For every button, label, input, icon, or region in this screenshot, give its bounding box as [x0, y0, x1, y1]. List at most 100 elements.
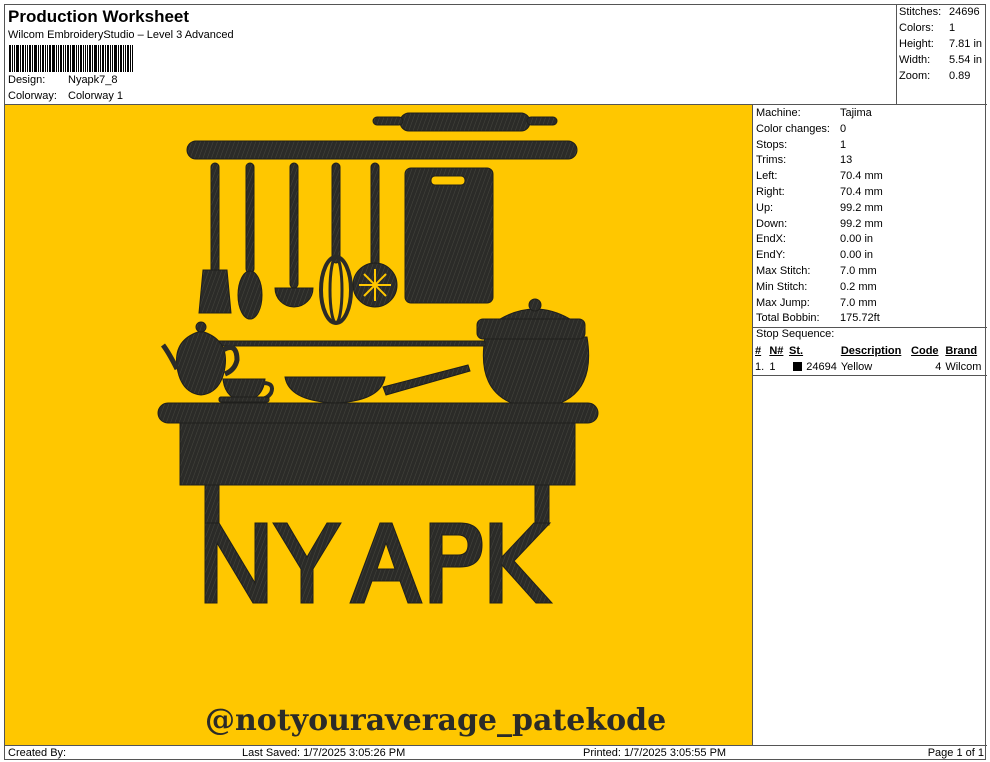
worksheet-header: Production Worksheet Wilcom EmbroiderySt…: [5, 5, 896, 104]
design-preview: @notyouraverage_patekode: [5, 104, 753, 745]
info-label: Left:: [756, 170, 778, 183]
embroidery-design: @notyouraverage_patekode: [157, 112, 666, 738]
col-num: #: [755, 345, 762, 357]
info-value: 13: [840, 154, 853, 167]
info-row: Min Stitch: 0.2 mm: [756, 281, 877, 293]
row-stitches: 24694: [787, 359, 839, 376]
info-label: Color changes:: [756, 122, 830, 135]
info-label: Down:: [756, 217, 788, 230]
info-value: 70.4 mm: [840, 170, 883, 183]
cutting-board-icon: [404, 167, 494, 304]
info-row: Left: 70.4 mm: [756, 170, 883, 182]
info-value: 0: [840, 122, 847, 135]
info-label: Up:: [756, 201, 774, 214]
col-n: N#: [769, 345, 784, 357]
rolling-pin-icon: [372, 112, 558, 132]
stat-stitches: Stitches: 24696: [899, 6, 980, 18]
info-row: Max Stitch: 7.0 mm: [756, 265, 877, 277]
info-label: Trims:: [756, 154, 787, 167]
info-row: Right: 70.4 mm: [756, 186, 883, 198]
info-value: 0.2 mm: [840, 280, 877, 293]
stat-label: Width:: [899, 54, 931, 66]
row-description: Yellow: [838, 359, 910, 376]
barcode: [9, 45, 139, 72]
printed: Printed: 1/7/2025 3:05:55 PM: [583, 747, 727, 759]
colorway-value: Colorway 1: [68, 90, 124, 102]
color-swatch-icon: [793, 362, 803, 372]
info-label: Right:: [756, 186, 785, 198]
info-value: 70.4 mm: [840, 186, 883, 198]
row-num: 1.: [753, 359, 768, 376]
info-row: EndX: 0.00 in: [756, 233, 873, 245]
info-row: Machine: Tajima: [756, 107, 872, 119]
handle-text: @notyouraverage_patekode: [205, 703, 666, 738]
info-row: Trims: 13: [756, 154, 852, 166]
info-row: EndY: 0.00 in: [756, 249, 873, 261]
stat-height: Height: 7.81 in: [899, 38, 982, 50]
info-label: EndX:: [756, 233, 786, 246]
stop-table-header: # N# St. Description Code Brand: [753, 343, 987, 359]
info-row: Max Jump: 7.0 mm: [756, 297, 877, 309]
last-saved: Last Saved: 1/7/2025 3:05:26 PM: [242, 747, 406, 759]
cup-icon: [218, 378, 274, 403]
info-label: Stops:: [756, 138, 788, 151]
info-row: Total Bobbin: 175.72ft: [756, 312, 880, 324]
col-description: Description: [840, 345, 902, 357]
info-label: Total Bobbin:: [756, 312, 820, 325]
whisk-icon: [319, 162, 353, 325]
machine-info-panel: Total Bobbin: 175.72ft Max Jump: 7.0 mm Min …: [753, 104, 987, 745]
skimmer-icon: [352, 162, 398, 308]
info-value: 0.00 in: [840, 233, 874, 246]
info-label: Max Jump:: [756, 296, 810, 309]
colorway-label: Colorway:: [8, 90, 57, 102]
page-title: Production Worksheet: [8, 7, 190, 26]
row-code: 4: [909, 359, 944, 376]
created-by: Created By:: [8, 747, 67, 759]
info-label: EndY:: [756, 249, 786, 262]
stat-zoom: Zoom: 0.89: [899, 70, 970, 82]
info-value: 7.0 mm: [840, 296, 877, 309]
col-code: Code: [911, 345, 939, 357]
info-label: Machine:: [756, 107, 801, 119]
info-label: Min Stitch:: [756, 280, 808, 293]
stat-value: 0.89: [949, 70, 971, 82]
info-value: 99.2 mm: [840, 217, 883, 230]
frying-pan-icon: [284, 364, 471, 404]
stat-label: Height:: [899, 38, 934, 50]
info-value: 175.72ft: [840, 312, 880, 325]
stat-label: Stitches:: [899, 6, 942, 18]
stat-value: 1: [949, 22, 956, 34]
table-row: 1. 1 24694 Yellow 4 Wilcom: [753, 359, 987, 376]
info-value: Tajima: [840, 107, 872, 119]
info-label: Max Stitch:: [756, 265, 811, 277]
stat-label: Zoom:: [899, 70, 931, 82]
stop-sequence-title: Stop Sequence:: [753, 327, 987, 343]
row-st-value: 24694: [806, 360, 837, 373]
table-icon: [157, 402, 599, 526]
design-row: Design: Nyapk7_8: [8, 74, 118, 86]
design-value: Nyapk7_8: [68, 74, 118, 86]
stats-box: Stitches: 24696 Colors: 1 Height: 7.81 in W…: [896, 5, 987, 104]
info-row: Stops: 1: [756, 139, 846, 151]
worksheet-footer: Created By: Last Saved: 1/7/2025 3:05:26…: [5, 745, 987, 761]
utensil-rail: [186, 140, 578, 160]
worksheet-page: Production Worksheet Wilcom EmbroiderySt…: [4, 4, 987, 761]
spatula-icon: [198, 162, 232, 314]
info-value: 0.00 in: [840, 249, 874, 262]
app-subtitle: Wilcom EmbroideryStudio – Level 3 Advanc…: [8, 29, 234, 41]
page-number: Page 1 of 1: [927, 747, 984, 759]
colorway-row: Colorway: Colorway 1: [8, 90, 123, 102]
info-row: Down: 99.2 mm: [756, 218, 883, 230]
info-row: Color changes: 0: [756, 123, 846, 135]
stat-value: 7.81 in: [949, 38, 983, 50]
info-row: Up: 99.2 mm: [756, 202, 883, 214]
stat-label: Colors:: [899, 22, 934, 34]
spoon-icon: [237, 162, 263, 320]
nyapk-logo: [204, 522, 554, 604]
pot-icon: [476, 298, 590, 408]
info-value: 1: [840, 138, 847, 151]
stop-sequence-table: # N# St. Description Code Brand 1. 1 246…: [753, 343, 987, 376]
row-n: 1: [767, 359, 787, 376]
stat-colors: Colors: 1: [899, 22, 955, 34]
row-brand: Wilcom: [943, 359, 987, 376]
